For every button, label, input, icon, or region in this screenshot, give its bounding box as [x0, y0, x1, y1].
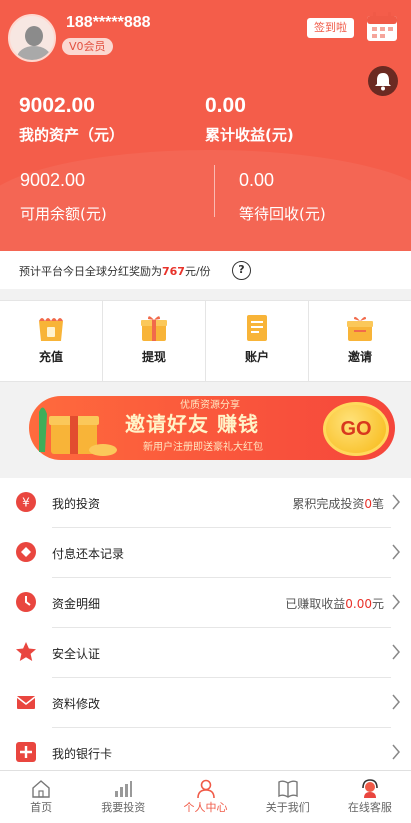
star-icon	[16, 642, 36, 661]
invite-icon	[347, 316, 373, 341]
tab-invest-label: 我要投资	[101, 801, 146, 814]
quick-actions: 充值 提现 账户 邀请	[0, 300, 411, 382]
header-wave-decoration	[0, 150, 411, 251]
pending-return-label: 等待回收(元)	[239, 205, 326, 223]
avatar[interactable]	[8, 14, 56, 62]
chevron-right-icon	[392, 644, 400, 660]
help-icon[interactable]: ?	[232, 261, 251, 280]
menu-label-bank-cards: 我的银行卡	[52, 747, 113, 761]
tab-profile-label: 个人中心	[183, 801, 228, 814]
menu-item-edit-profile[interactable]: 资料修改	[0, 678, 411, 728]
action-withdraw-label: 提现	[141, 350, 166, 364]
account-menu: ¥ 我的投资 累积完成投资0笔 付息还本记录 资金明细 已赚取收益0.00元 安…	[0, 478, 411, 770]
tab-home[interactable]: 首页	[0, 771, 82, 823]
menu-label-edit-profile: 资料修改	[52, 697, 101, 711]
home-icon	[32, 780, 50, 798]
gift-box-icon	[39, 407, 117, 456]
avatar-body	[17, 46, 51, 60]
tab-profile[interactable]: 个人中心	[164, 771, 246, 823]
record-icon	[16, 542, 36, 562]
bell-icon[interactable]	[368, 66, 398, 96]
banner-subtitle: 新用户注册即送豪礼大红包	[143, 442, 263, 453]
tab-about-label: 关于我们	[265, 801, 310, 814]
available-balance-value: 9002.00	[20, 170, 86, 190]
tab-about[interactable]: 关于我们	[247, 771, 329, 823]
withdraw-icon	[141, 316, 167, 341]
service-icon	[362, 779, 378, 798]
bottom-tab-bar: 首页 我要投资 个人中心 关于我们 在线客服	[0, 770, 411, 823]
recharge-icon	[39, 318, 63, 341]
total-income-label: 累计收益(元)	[205, 126, 294, 144]
menu-label-security-verification: 安全认证	[52, 647, 101, 661]
dividend-notice: 预计平台今日全球分红奖励为767元/份 ?	[0, 251, 411, 289]
avatar-head	[25, 26, 43, 46]
tab-service[interactable]: 在线客服	[329, 771, 411, 823]
dividend-amount: 767	[162, 265, 185, 278]
tab-invest[interactable]: 我要投资	[82, 771, 164, 823]
header-divider	[214, 165, 215, 217]
menu-label-my-investments: 我的投资	[52, 497, 101, 511]
menu-label-fund-details: 资金明细	[52, 597, 101, 611]
action-invite[interactable]: 邀请	[309, 301, 411, 381]
clock-icon	[16, 592, 36, 612]
menu-item-security-verification[interactable]: 安全认证	[0, 628, 411, 678]
investments-count: 累积完成投资0笔	[292, 497, 384, 511]
book-icon	[278, 780, 298, 798]
calendar-icon[interactable]	[366, 12, 398, 42]
menu-item-my-investments[interactable]: ¥ 我的投资 累积完成投资0笔	[0, 478, 411, 528]
yen-icon: ¥	[16, 492, 36, 512]
action-recharge[interactable]: 充值	[0, 301, 103, 381]
total-assets-value: 9002.00	[19, 94, 95, 117]
total-assets-label: 我的资产（元）	[19, 126, 125, 144]
action-invite-label: 邀请	[347, 350, 372, 364]
available-balance-label: 可用余额(元)	[20, 205, 107, 223]
menu-item-fund-details[interactable]: 资金明细 已赚取收益0.00元	[0, 578, 411, 628]
tab-home-label: 首页	[30, 801, 53, 814]
pending-return-value: 0.00	[239, 170, 275, 190]
invest-icon	[115, 781, 133, 797]
vip-badge: V0会员	[62, 38, 113, 55]
total-income-value: 0.00	[205, 94, 246, 117]
plus-icon	[16, 742, 36, 762]
dividend-notice-text: 预计平台今日全球分红奖励为767元/份	[19, 265, 211, 278]
tab-service-label: 在线客服	[347, 801, 392, 814]
chevron-right-icon	[392, 494, 400, 510]
banner-go-button[interactable]: GO	[323, 402, 389, 456]
chevron-right-icon	[392, 594, 400, 610]
mail-icon	[16, 696, 36, 709]
account-icon	[247, 315, 267, 341]
user-icon	[196, 779, 215, 799]
action-recharge-label: 充值	[38, 350, 63, 364]
chevron-right-icon	[392, 544, 400, 560]
action-account-label: 账户	[244, 350, 269, 364]
action-account[interactable]: 账户	[206, 301, 309, 381]
earned-income: 已赚取收益0.00元	[285, 597, 384, 611]
signin-button[interactable]: 签到啦	[307, 18, 354, 38]
user-phone: 188*****888	[66, 14, 151, 31]
promo-banner[interactable]: 优质资源分享 邀请好友 赚钱 新用户注册即送豪礼大红包 GO	[15, 382, 396, 470]
svg-text:¥: ¥	[22, 496, 30, 510]
menu-label-repayment-records: 付息还本记录	[52, 547, 125, 561]
action-withdraw[interactable]: 提现	[103, 301, 206, 381]
chevron-right-icon	[392, 694, 400, 710]
account-header: 188*****888 V0会员 签到啦 9002.00 我的资产（元） 0.0…	[0, 0, 411, 251]
menu-item-repayment-records[interactable]: 付息还本记录	[0, 528, 411, 578]
chevron-right-icon	[392, 744, 400, 760]
banner-title: 邀请好友 赚钱	[125, 412, 259, 436]
